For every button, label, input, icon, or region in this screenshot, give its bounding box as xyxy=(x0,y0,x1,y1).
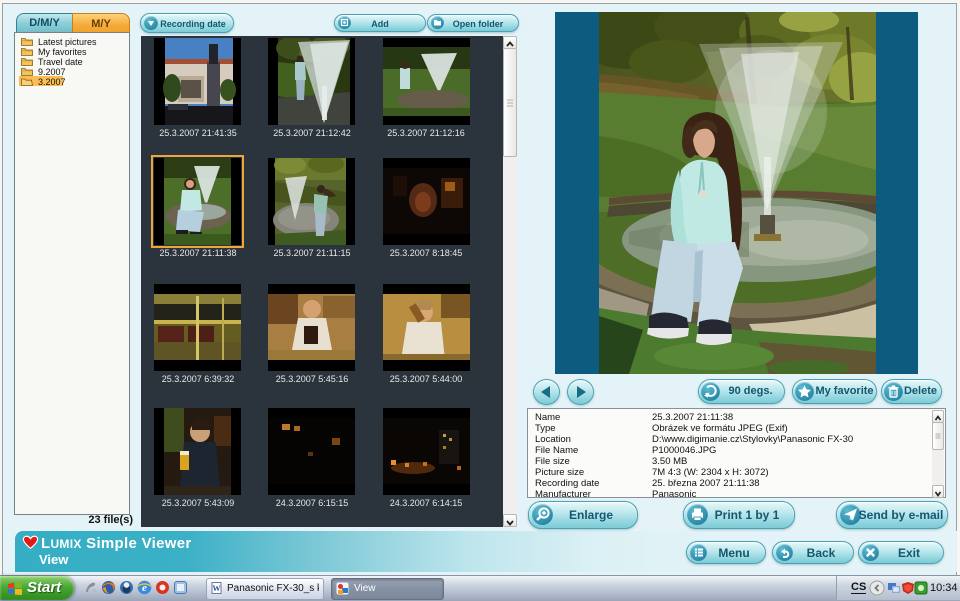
svg-text:W: W xyxy=(213,584,221,593)
